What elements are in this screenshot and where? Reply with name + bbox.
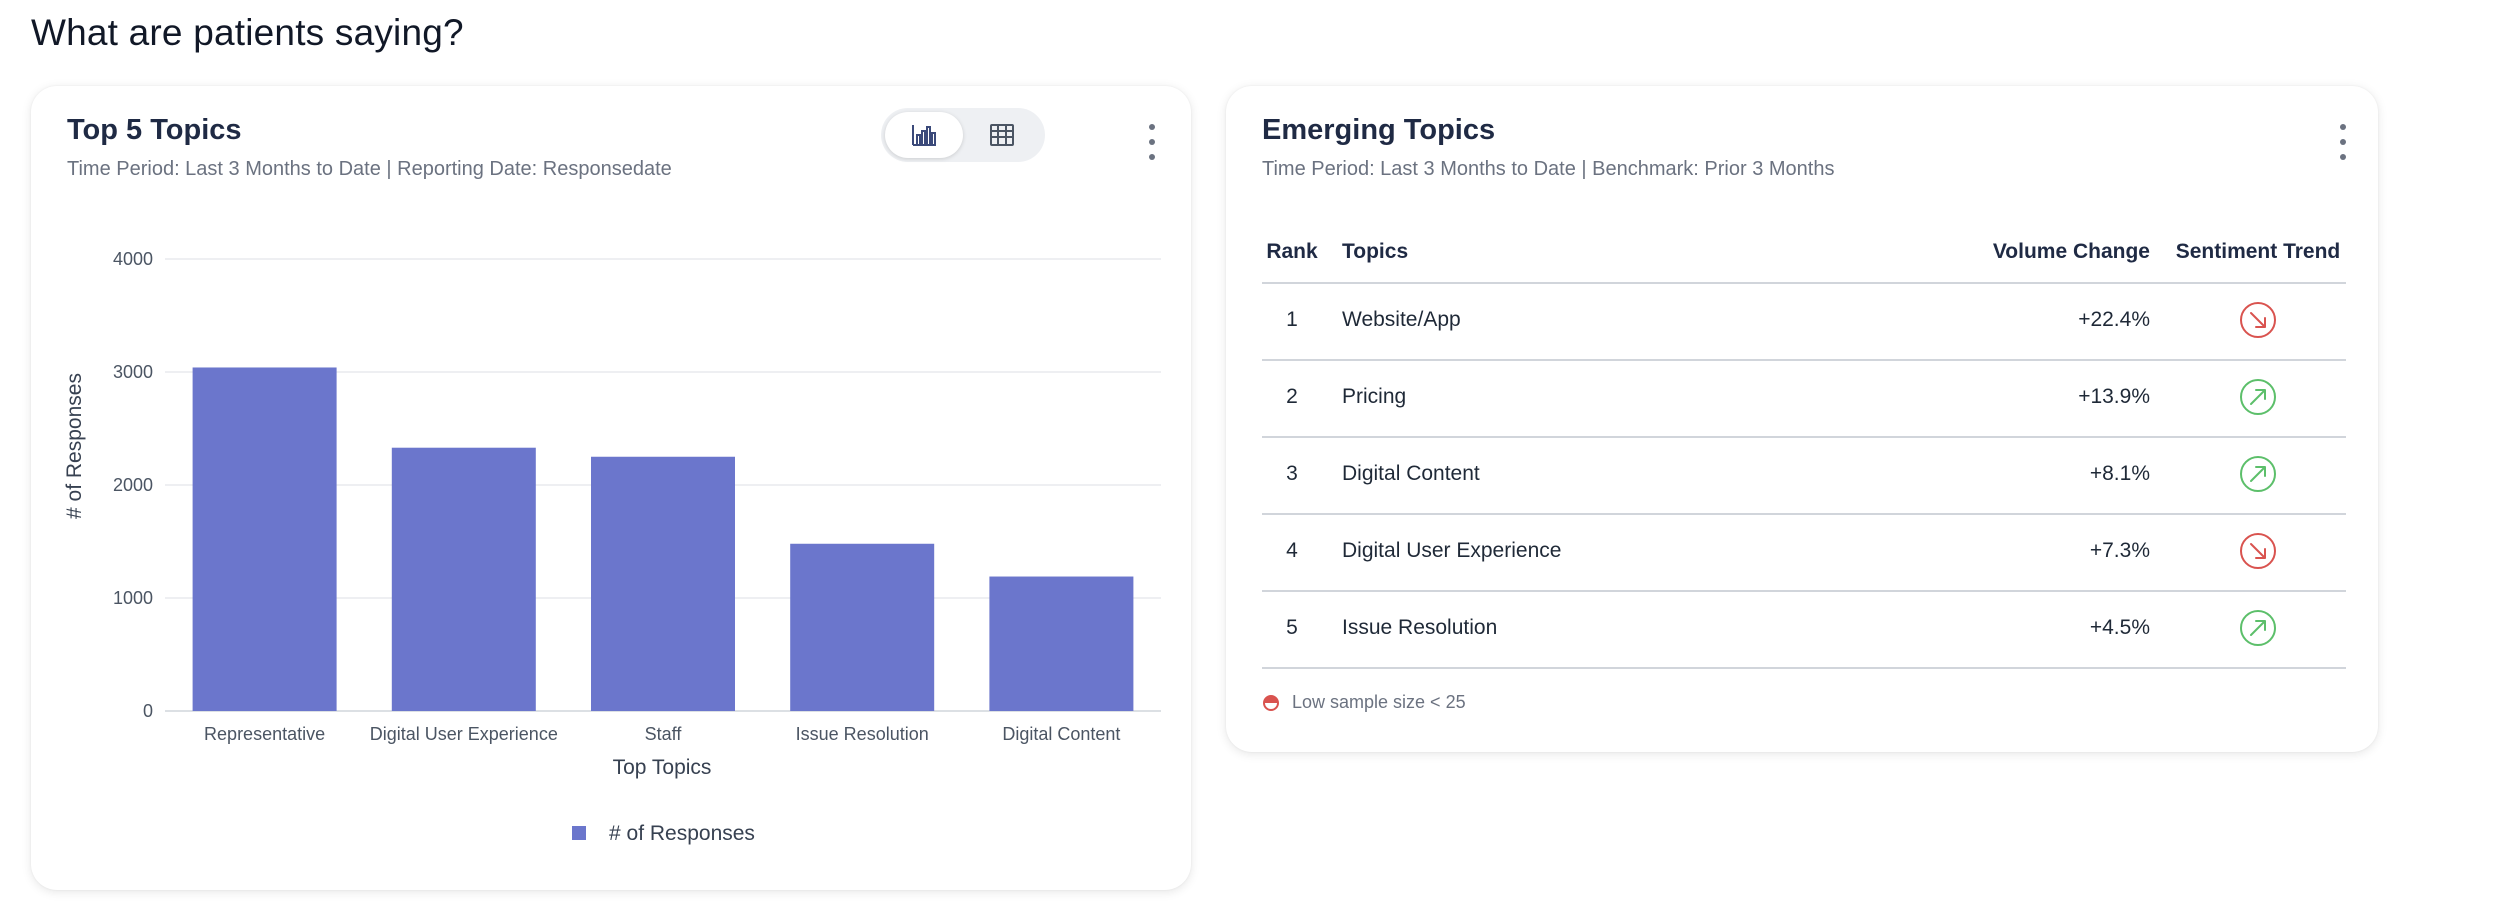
topic-cell[interactable]: Pricing [1342, 385, 1406, 409]
trend-up-icon[interactable] [2238, 454, 2278, 494]
volume-change-cell: +13.9% [2078, 385, 2150, 408]
volume-change-cell: +22.4% [2078, 308, 2150, 331]
table-row[interactable]: 2 Pricing +13.9% [1262, 361, 2346, 438]
bar-chart: 0 1000 2000 3000 4000 Representative Digital … [63, 249, 1161, 845]
y-tick-label: 1000 [113, 588, 153, 608]
rank-cell: 2 [1286, 385, 1298, 408]
table-row[interactable]: 1 Website/App +22.4% [1262, 284, 2346, 361]
x-tick-label: Issue Resolution [796, 724, 929, 744]
column-header-volume-change[interactable]: Volume Change [1993, 240, 2150, 264]
bar[interactable] [192, 367, 337, 711]
x-tick-label: Digital User Experience [370, 724, 558, 744]
rank-cell: 1 [1286, 308, 1298, 331]
table-row[interactable]: 5 Issue Resolution +4.5% [1262, 592, 2346, 669]
table-row[interactable]: 3 Digital Content +8.1% [1262, 438, 2346, 515]
y-axis-title: # of Responses [63, 373, 86, 519]
low-sample-icon [1263, 694, 1279, 711]
emerging-topics-subtitle: Time Period: Last 3 Months to Date | Ben… [1262, 158, 1835, 180]
column-header-topics[interactable]: Topics [1342, 240, 1408, 264]
trend-down-icon[interactable] [2238, 531, 2278, 571]
table-row[interactable]: 4 Digital User Experience +7.3% [1262, 515, 2346, 592]
sentiment-trend-cell [2170, 606, 2346, 650]
legend-swatch [572, 826, 586, 840]
volume-change-cell: +4.5% [2089, 616, 2150, 639]
topic-cell[interactable]: Digital User Experience [1342, 539, 1561, 563]
x-tick-label: Staff [645, 724, 683, 744]
rank-cell: 5 [1286, 616, 1298, 639]
trend-down-icon[interactable] [2238, 300, 2278, 340]
y-tick-label: 0 [143, 701, 153, 721]
y-tick-label: 4000 [113, 249, 153, 269]
topic-cell[interactable]: Website/App [1342, 308, 1461, 332]
table-header: Rank Topics Volume Change Sentiment Tren… [1262, 226, 2346, 284]
bar[interactable] [790, 543, 935, 711]
trend-up-icon[interactable] [2238, 608, 2278, 648]
y-tick-label: 2000 [113, 475, 153, 495]
x-tick-label: Digital Content [1002, 724, 1120, 744]
x-tick-label: Representative [204, 724, 325, 744]
trend-up-icon[interactable] [2238, 377, 2278, 417]
footnote-text: Low sample size < 25 [1292, 692, 1466, 712]
emerging-topics-title: Emerging Topics [1262, 114, 1496, 146]
bar[interactable] [989, 576, 1134, 711]
volume-change-cell: +7.3% [2089, 539, 2150, 562]
sentiment-trend-cell [2170, 298, 2346, 342]
topic-cell[interactable]: Issue Resolution [1342, 616, 1497, 640]
volume-change-cell: +8.1% [2089, 462, 2150, 485]
y-tick-label: 3000 [113, 362, 153, 382]
sentiment-trend-cell [2170, 529, 2346, 573]
chart-legend: # of Responses [572, 822, 755, 845]
column-header-rank[interactable]: Rank [1262, 240, 1322, 264]
top-topics-card: Top 5 Topics Time Period: Last 3 Months … [31, 86, 1191, 890]
column-header-sentiment-trend[interactable]: Sentiment Trend [2170, 240, 2346, 264]
emerging-topics-card: Emerging Topics Time Period: Last 3 Mont… [1226, 86, 2378, 752]
sentiment-trend-cell [2170, 375, 2346, 419]
bar[interactable] [391, 447, 536, 711]
more-options-icon[interactable] [2336, 122, 2350, 162]
topic-cell[interactable]: Digital Content [1342, 462, 1480, 486]
emerging-topics-table: Rank Topics Volume Change Sentiment Tren… [1262, 226, 2346, 669]
x-axis-title: Top Topics [613, 756, 712, 779]
rank-cell: 4 [1286, 539, 1298, 562]
page-title: What are patients saying? [31, 12, 464, 53]
legend-label: # of Responses [609, 822, 755, 845]
rank-cell: 3 [1286, 462, 1298, 485]
sentiment-trend-cell [2170, 452, 2346, 496]
low-sample-footnote: Low sample size < 25 [1262, 692, 1466, 713]
bar[interactable] [591, 456, 735, 711]
